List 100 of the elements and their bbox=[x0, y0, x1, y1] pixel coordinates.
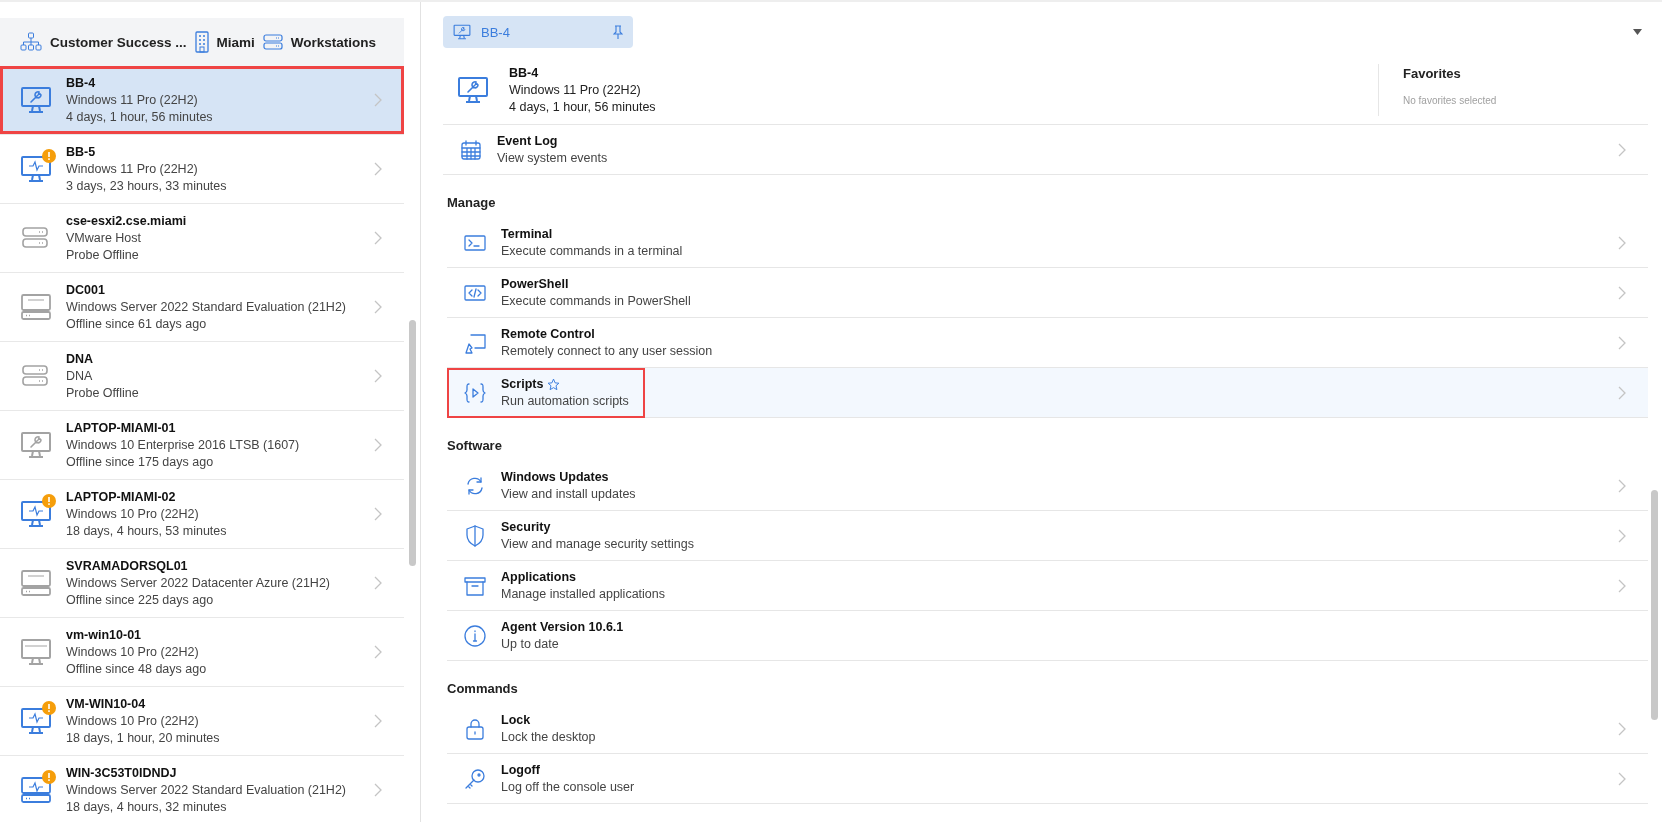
device-os: Windows 10 Pro (22H2) bbox=[66, 712, 200, 730]
device-list-item[interactable]: SVRAMADORSQL01 Windows Server 2022 Datacenter Azure (21H2) Offline since 225 days ago bbox=[0, 549, 404, 618]
chevron-right-icon bbox=[374, 576, 382, 590]
device-os: Windows Server 2022 Standard Evaluation (21H2) bbox=[66, 298, 347, 316]
device-name: LAPTOP-MIAMI-01 bbox=[66, 419, 177, 437]
device-name: BB-5 bbox=[66, 143, 97, 161]
action-item[interactable]: Event Log View system events bbox=[443, 125, 1648, 175]
device-status: 18 days, 4 hours, 32 minutes bbox=[66, 798, 228, 816]
action-item[interactable]: Windows Updates View and install updates bbox=[447, 461, 1648, 511]
device-name: BB-4 bbox=[509, 64, 540, 82]
chevron-right-icon bbox=[1618, 385, 1626, 400]
chevron-right-icon bbox=[1618, 528, 1626, 543]
device-list-item[interactable]: DNA DNA Probe Offline bbox=[0, 342, 404, 411]
device-list-item[interactable]: cse-esxi2.cse.miami VMware Host Probe Offline bbox=[0, 204, 404, 273]
chevron-right-icon bbox=[1618, 335, 1626, 350]
action-description: Run automation scripts bbox=[501, 392, 629, 410]
action-title: Applications bbox=[501, 568, 576, 586]
action-item[interactable]: PowerShell Execute commands in PowerShell bbox=[447, 268, 1648, 318]
pin-icon[interactable] bbox=[613, 25, 623, 39]
action-item[interactable]: Scripts Run automation scripts bbox=[447, 368, 1648, 418]
chevron-right-icon bbox=[1618, 142, 1626, 157]
device-name: cse-esxi2.cse.miami bbox=[66, 212, 188, 230]
device-os: DNA bbox=[66, 367, 94, 385]
device-name: WIN-3C53T0IDNDJ bbox=[66, 764, 178, 782]
star-icon[interactable] bbox=[547, 377, 561, 391]
device-status: Offline since 225 days ago bbox=[66, 591, 215, 609]
dropdown-caret-icon[interactable] bbox=[1633, 29, 1642, 35]
device-name: DC001 bbox=[66, 281, 106, 299]
action-description: Execute commands in PowerShell bbox=[501, 292, 691, 310]
device-name: SVRAMADORSQL01 bbox=[66, 557, 189, 575]
device-list-item[interactable]: DC001 Windows Server 2022 Standard Evaluation (21H2) Offline since 61 days ago bbox=[0, 273, 404, 342]
device-list-item[interactable]: LAPTOP-MIAMI-02 Windows 10 Pro (22H2) 18 days, 4 hours, 53 minutes bbox=[0, 480, 404, 549]
action-item[interactable]: Terminal Execute commands in a terminal bbox=[447, 218, 1648, 268]
device-list-item[interactable]: vm-win10-01 Windows 10 Pro (22H2) Offline since 48 days ago bbox=[0, 618, 404, 687]
breadcrumb-link[interactable]: Miami bbox=[216, 34, 255, 50]
device-list-item[interactable]: BB-4 Windows 11 Pro (22H2) 4 days, 1 hour, 56 minutes bbox=[0, 66, 404, 135]
action-item[interactable]: Lock Lock the desktop bbox=[447, 704, 1648, 754]
device-os: Windows 10 Pro (22H2) bbox=[66, 643, 200, 661]
action-title: Scripts bbox=[501, 375, 544, 393]
action-title: Lock bbox=[501, 711, 531, 729]
action-item[interactable]: Security View and manage security settings bbox=[447, 511, 1648, 561]
chevron-right-icon bbox=[374, 645, 382, 659]
chevron-right-icon bbox=[1618, 721, 1626, 736]
device-name: DNA bbox=[66, 350, 95, 368]
info-icon bbox=[463, 623, 487, 648]
breadcrumb-link[interactable]: Customer Success ... bbox=[50, 34, 187, 50]
chevron-right-icon bbox=[1618, 771, 1626, 786]
monitor-icon bbox=[453, 24, 471, 40]
device-os: Windows 11 Pro (22H2) bbox=[509, 81, 642, 99]
device-status: 3 days, 23 hours, 33 minutes bbox=[66, 177, 228, 195]
action-description: View and manage security settings bbox=[501, 535, 694, 553]
section-heading: Manage bbox=[446, 194, 497, 212]
chevron-right-icon bbox=[374, 783, 382, 797]
chevron-right-icon bbox=[374, 369, 382, 383]
server-icon bbox=[262, 34, 283, 50]
device-list-item[interactable]: VM-WIN10-04 Windows 10 Pro (22H2) 18 days, 1 hour, 20 minutes bbox=[0, 687, 404, 756]
device-os: Windows 11 Pro (22H2) bbox=[66, 91, 199, 109]
device-status: 18 days, 1 hour, 20 minutes bbox=[66, 729, 221, 747]
action-item[interactable]: Logoff Log off the console user bbox=[447, 754, 1648, 804]
device-name: BB-4 bbox=[66, 74, 97, 92]
device-os: VMware Host bbox=[66, 229, 143, 247]
favorites-title: Favorites bbox=[1403, 66, 1462, 81]
device-list-item[interactable]: LAPTOP-MIAMI-01 Windows 10 Enterprise 2016 LTSB (1607) Offline since 175 days ago bbox=[0, 411, 404, 480]
device-status: Offline since 48 days ago bbox=[66, 660, 208, 678]
chevron-right-icon bbox=[374, 162, 382, 176]
device-status: Offline since 61 days ago bbox=[66, 315, 208, 333]
device-list-item[interactable]: WIN-3C53T0IDNDJ Windows Server 2022 Standard Evaluation (21H2) 18 days, 4 hours, 32 minutes bbox=[0, 756, 404, 822]
device-os: Windows 11 Pro (22H2) bbox=[66, 160, 199, 178]
device-status: Probe Offline bbox=[66, 384, 140, 402]
monitor-icon bbox=[457, 76, 489, 104]
section-heading: Software bbox=[446, 437, 503, 455]
chevron-right-icon bbox=[374, 714, 382, 728]
action-title: Windows Updates bbox=[501, 468, 609, 486]
favorites-empty-text: No favorites selected bbox=[1403, 95, 1498, 106]
action-description: Log off the console user bbox=[501, 778, 635, 796]
action-title: Terminal bbox=[501, 225, 553, 243]
device-status: Offline since 175 days ago bbox=[66, 453, 215, 471]
action-title: Remote Control bbox=[501, 325, 595, 343]
section-heading: Commands bbox=[446, 680, 519, 698]
device-status: 18 days, 4 hours, 53 minutes bbox=[66, 522, 228, 540]
building-icon bbox=[194, 31, 209, 53]
action-description: Execute commands in a terminal bbox=[501, 242, 683, 260]
device-status: 4 days, 1 hour, 56 minutes bbox=[509, 98, 657, 116]
scrollbar-thumb[interactable] bbox=[1651, 490, 1658, 720]
action-item[interactable]: Agent Version 10.6.1 Up to date bbox=[447, 611, 1648, 661]
device-list-item[interactable]: BB-5 Windows 11 Pro (22H2) 3 days, 23 hours, 33 minutes bbox=[0, 135, 404, 204]
scrollbar-thumb[interactable] bbox=[409, 320, 416, 566]
action-description: View system events bbox=[497, 149, 608, 167]
action-title: Logoff bbox=[501, 761, 540, 779]
action-description: View and install updates bbox=[501, 485, 636, 503]
action-item[interactable]: Applications Manage installed applications bbox=[447, 561, 1648, 611]
device-name: LAPTOP-MIAMI-02 bbox=[66, 488, 177, 506]
device-status: 4 days, 1 hour, 56 minutes bbox=[66, 108, 214, 126]
hierarchy-icon bbox=[20, 32, 42, 52]
device-name: VM-WIN10-04 bbox=[66, 695, 147, 713]
chevron-right-icon bbox=[374, 300, 382, 314]
breadcrumb-link[interactable]: Workstations bbox=[290, 34, 377, 50]
chevron-right-icon bbox=[1618, 578, 1626, 593]
chevron-right-icon bbox=[374, 93, 382, 107]
action-description: Lock the desktop bbox=[501, 728, 596, 746]
